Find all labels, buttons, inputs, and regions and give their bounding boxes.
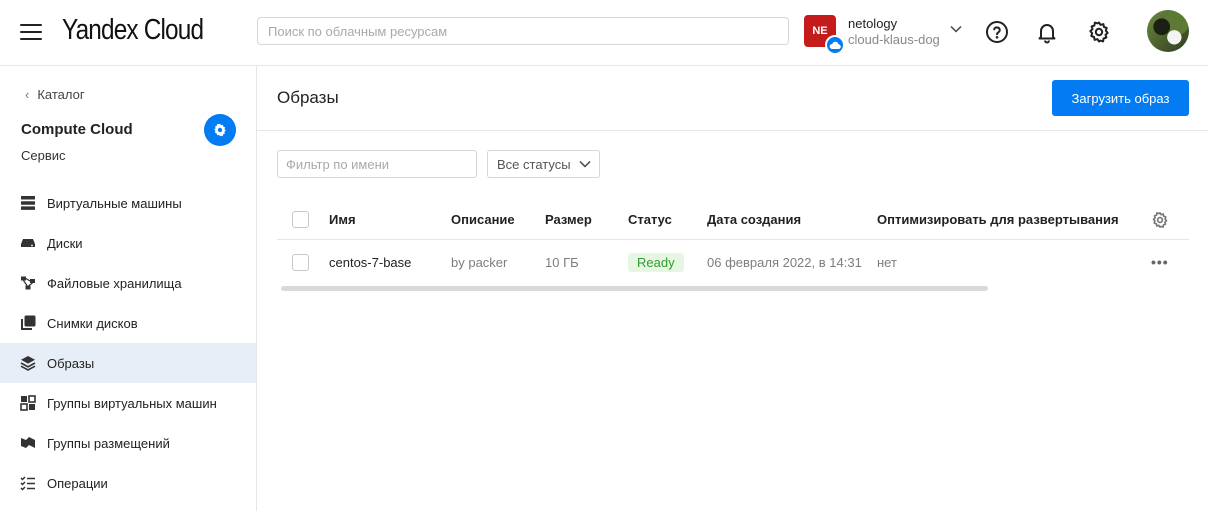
gear-icon[interactable] <box>1087 20 1111 44</box>
sidebar-item-label: Снимки дисков <box>47 315 138 331</box>
chevron-down-icon <box>950 25 962 33</box>
menu-icon[interactable] <box>20 24 42 42</box>
sidebar-nav: Виртуальные машины Диски Файловые хранил… <box>0 183 256 503</box>
file-storage-icon <box>21 276 35 290</box>
chevron-left-icon: ‹ <box>25 87 30 102</box>
operations-list-icon <box>20 476 35 491</box>
name-filter-input[interactable] <box>277 150 477 178</box>
column-settings-cell <box>1151 200 1169 239</box>
row-actions-cell: ••• <box>1151 241 1169 283</box>
column-header-status[interactable]: Статус <box>628 200 672 239</box>
column-header-name[interactable]: Имя <box>329 200 356 239</box>
image-size: 10 ГБ <box>545 254 579 270</box>
snapshot-icon <box>21 315 36 330</box>
column-header-created[interactable]: Дата создания <box>707 200 801 239</box>
service-title: Compute Cloud <box>21 121 133 138</box>
sidebar-item-disk-snapshots[interactable]: Снимки дисков <box>0 303 256 343</box>
table-row[interactable]: centos-7-base by packer 10 ГБ Ready 06 ф… <box>277 241 1189 283</box>
sidebar-item-label: Файловые хранилища <box>47 275 182 291</box>
sidebar-item-label: Операции <box>47 475 108 491</box>
sidebar-item-instance-groups[interactable]: Группы виртуальных машин <box>0 383 256 423</box>
row-checkbox[interactable] <box>292 253 309 271</box>
table-header: Имя Описание Размер Статус Дата создания… <box>277 200 1189 240</box>
select-all-checkbox[interactable] <box>292 211 309 228</box>
sidebar-item-label: Группы размещений <box>47 435 170 451</box>
service-subtitle: Сервис <box>21 148 66 163</box>
account-name: netology <box>848 16 898 31</box>
layers-icon <box>20 356 36 371</box>
servers-icon <box>21 196 35 210</box>
select-all-cell <box>292 200 309 239</box>
sidebar-item-disks[interactable]: Диски <box>0 223 256 263</box>
sidebar-item-virtual-machines[interactable]: Виртуальные машины <box>0 183 256 223</box>
divider <box>257 130 1208 131</box>
sidebar-item-label: Диски <box>47 235 83 251</box>
search-input[interactable] <box>257 17 789 45</box>
disk-icon <box>21 239 35 247</box>
image-created: 06 февраля 2022, в 14:31 <box>707 254 862 270</box>
cloud-icon <box>825 35 845 55</box>
avatar[interactable] <box>1147 10 1189 52</box>
back-link[interactable]: ‹ Каталог <box>25 87 85 102</box>
column-header-size[interactable]: Размер <box>545 200 592 239</box>
column-header-description[interactable]: Описание <box>451 200 515 239</box>
sidebar-item-label: Виртуальные машины <box>47 195 182 211</box>
sidebar-item-images[interactable]: Образы <box>0 343 256 383</box>
account-folder: cloud-klaus-dog <box>848 32 940 47</box>
top-header: Yandex Cloud NE netology cloud-klaus-dog <box>0 0 1208 66</box>
gear-icon <box>214 123 226 137</box>
image-name[interactable]: centos-7-base <box>329 241 411 283</box>
placement-groups-icon <box>21 437 35 448</box>
sidebar-item-operations[interactable]: Операции <box>0 463 256 503</box>
page-title: Образы <box>277 88 339 107</box>
column-header-optimize[interactable]: Оптимизировать для развертывания <box>877 200 1119 239</box>
account-switcher[interactable]: NE netology cloud-klaus-dog <box>804 15 964 55</box>
service-settings-button[interactable] <box>204 114 236 146</box>
sidebar-item-file-storages[interactable]: Файловые хранилища <box>0 263 256 303</box>
image-optimize: нет <box>877 254 897 270</box>
status-badge: Ready <box>628 252 684 272</box>
main-content: Образы Загрузить образ Все статусы Имя О… <box>257 66 1208 511</box>
image-description: by packer <box>451 254 508 270</box>
bell-icon[interactable] <box>1035 20 1059 44</box>
upload-image-button[interactable]: Загрузить образ <box>1052 80 1189 116</box>
status-select[interactable]: Все статусы <box>487 150 600 178</box>
status-cell: Ready <box>628 241 684 283</box>
gear-icon[interactable] <box>1151 211 1169 229</box>
sidebar: ‹ Каталог Compute Cloud Сервис Виртуальны… <box>0 66 257 511</box>
status-select-value: Все статусы <box>497 157 571 172</box>
row-select-cell <box>292 241 309 283</box>
more-actions-icon[interactable]: ••• <box>1151 254 1169 270</box>
sidebar-item-label: Группы виртуальных машин <box>47 395 217 411</box>
logo[interactable]: Yandex Cloud <box>62 14 204 47</box>
horizontal-scrollbar[interactable] <box>281 286 988 291</box>
sidebar-item-placement-groups[interactable]: Группы размещений <box>0 423 256 463</box>
instance-groups-icon <box>20 395 36 411</box>
chevron-down-icon <box>579 160 591 168</box>
back-label: Каталог <box>37 87 85 102</box>
help-icon[interactable] <box>985 20 1009 44</box>
sidebar-item-label: Образы <box>47 355 95 371</box>
